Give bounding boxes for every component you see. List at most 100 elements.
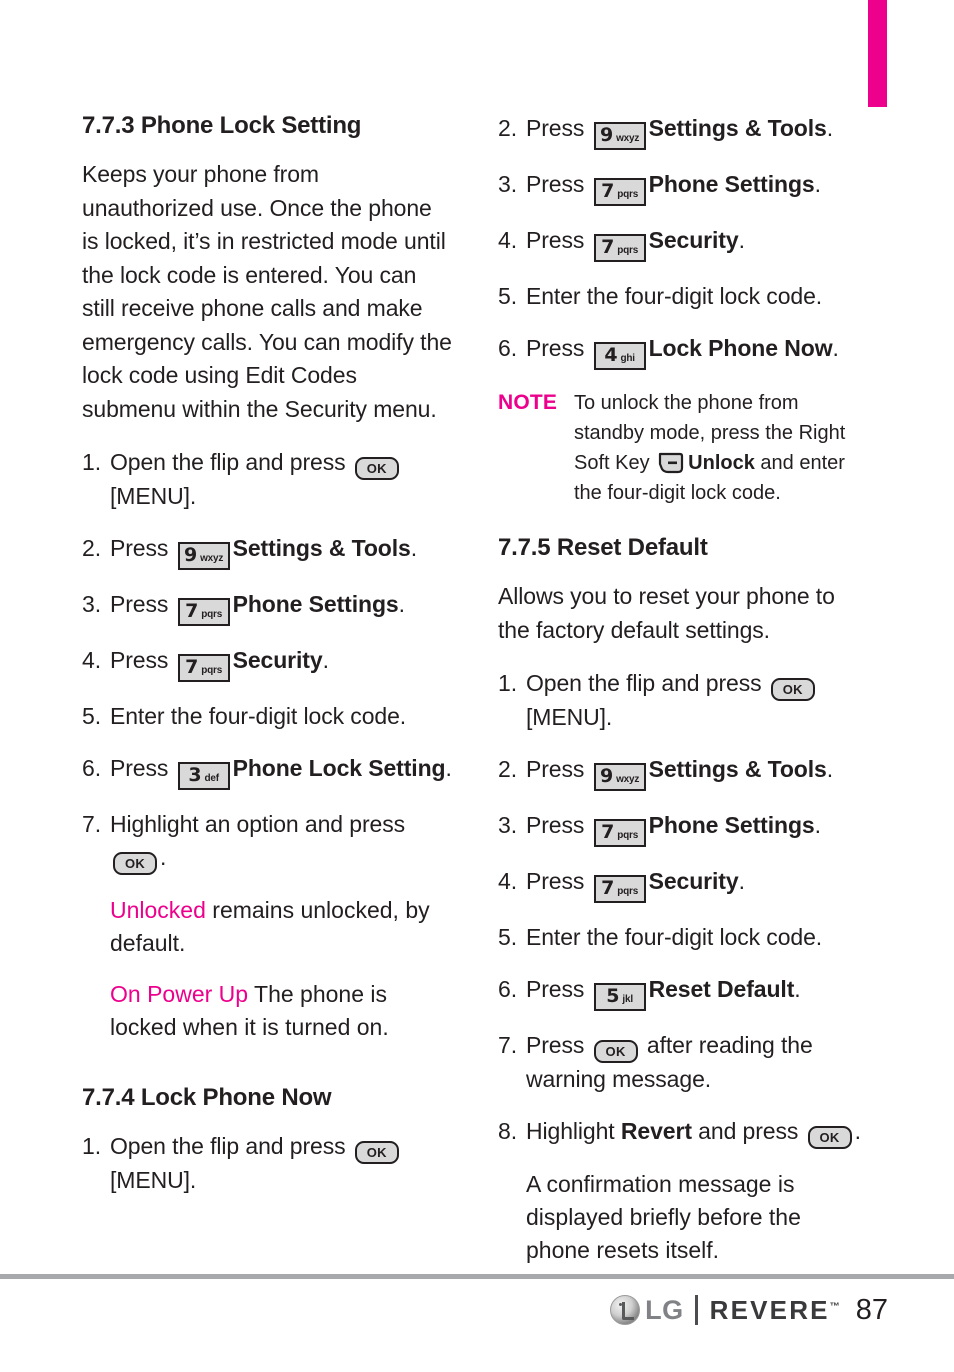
ok-key-icon: OK — [354, 457, 399, 480]
keypad-7-icon: 7 pqrs — [177, 598, 230, 626]
lg-logo-icon — [610, 1295, 641, 1325]
list-item: 4. Press 7 pqrs Security. — [498, 224, 870, 262]
step-number: 5. — [498, 924, 517, 950]
step-text-pre: Open the flip and press — [526, 670, 768, 696]
step-text: Enter the four-digit lock code. — [526, 924, 823, 950]
menu-name: Security — [232, 647, 323, 673]
section-774-steps-list: 1. Open the flip and press OK [MENU]. — [82, 1130, 454, 1197]
key-letters: wxyz — [616, 133, 640, 144]
section-774-steps-continued: 2. Press 9 wxyz Settings & Tools. 3. Press… — [498, 112, 870, 370]
step-number: 3. — [498, 171, 517, 197]
step-number: 4. — [498, 227, 517, 253]
step-text-post: . — [794, 976, 801, 1002]
note-softkey-label: Unlock — [688, 452, 755, 474]
list-item: 4. Press 7 pqrs Security. — [82, 644, 454, 682]
step-text: Press 9 wxyz Settings & Tools. — [526, 753, 870, 791]
option-on-power-up: On Power Up The phone is locked when it … — [110, 978, 454, 1044]
key-digit: 7 — [601, 236, 615, 258]
menu-name: Phone Settings — [232, 591, 399, 617]
section-tab-marker — [868, 0, 887, 107]
step-text: Press 4 ghi Lock Phone Now. — [526, 332, 870, 370]
step-number: 6. — [498, 335, 517, 361]
menu-name: Reset Default — [648, 976, 795, 1002]
step-text-pre: Press — [110, 591, 175, 617]
key-letters: ghi — [620, 353, 635, 364]
list-item: 6. Press 4 ghi Lock Phone Now. — [498, 332, 870, 370]
menu-name: Lock Phone Now — [648, 335, 833, 361]
step-text: Press 5 jkl Reset Default. — [526, 973, 870, 1011]
step-text: Enter the four-digit lock code. — [526, 283, 823, 309]
menu-name: Settings & Tools — [648, 756, 827, 782]
ok-key-icon: OK — [113, 852, 157, 875]
key-digit: 7 — [601, 180, 615, 202]
step-text-pre: Press — [526, 1032, 591, 1058]
step-number: 5. — [82, 703, 101, 729]
keypad-7-icon: 7 pqrs — [177, 654, 230, 682]
step-text-post: . — [410, 535, 418, 561]
step-text-post: . — [322, 647, 329, 673]
step-number: 4. — [498, 868, 517, 894]
section-775-closing-note: A confirmation message is displayed brie… — [526, 1171, 801, 1263]
step-text-pre: Press — [526, 812, 591, 838]
step-number: 2. — [498, 756, 517, 782]
menu-name: Security — [648, 868, 739, 894]
step-text-post: . — [854, 1118, 861, 1144]
step-text-post: . — [832, 335, 839, 361]
list-item: 7. Highlight an option and press OK. — [82, 808, 454, 875]
section-heading-773: 7.7.3 Phone Lock Setting — [82, 112, 362, 139]
step-text-pre: Press — [110, 647, 175, 673]
key-letters: pqrs — [617, 830, 639, 841]
key-digit: 7 — [601, 877, 615, 899]
key-letters: def — [204, 773, 219, 784]
keypad-7-icon: 7 pqrs — [593, 819, 646, 847]
ok-key-icon: OK — [354, 1141, 399, 1164]
menu-name: Settings & Tools — [648, 115, 827, 141]
step-text: Open the flip and press OK [MENU]. — [526, 667, 870, 734]
list-item: 5. Enter the four-digit lock code. — [498, 921, 870, 954]
step-text-pre: Press — [110, 755, 175, 781]
key-letters: pqrs — [201, 665, 223, 676]
step-number: 2. — [498, 115, 517, 141]
section-773-steps-list: 1. Open the flip and press OK [MENU]. 2.… — [82, 446, 454, 875]
step-text: Press 7 pqrs Phone Settings. — [526, 809, 870, 847]
step-text-pre: Open the flip and press — [110, 449, 352, 475]
menu-name: Phone Settings — [648, 171, 815, 197]
step-text: Press OK after reading the warning messa… — [526, 1029, 870, 1096]
step-number: 7. — [82, 811, 101, 837]
step-text-pre: Press — [526, 227, 591, 253]
step-number: 5. — [498, 283, 517, 309]
list-item: 1. Open the flip and press OK [MENU]. — [498, 667, 870, 734]
list-item: 3. Press 7 pqrs Phone Settings. — [498, 809, 870, 847]
step-text: Press 7 pqrs Security. — [110, 644, 454, 682]
key-letters: pqrs — [201, 609, 223, 620]
step-text-pre: Press — [526, 171, 591, 197]
keypad-9-icon: 9 wxyz — [593, 763, 646, 791]
step-text-pre: Highlight an option and press — [110, 811, 406, 837]
step-text-pre: Press — [526, 335, 591, 361]
step-number: 7. — [498, 1032, 517, 1058]
option-term: Unlocked — [110, 897, 206, 923]
step-text: Press 7 pqrs Phone Settings. — [110, 588, 454, 626]
step-text-pre: Press — [526, 115, 591, 141]
list-item: 2. Press 9 wxyz Settings & Tools. — [498, 112, 870, 150]
list-item: 3. Press 7 pqrs Phone Settings. — [82, 588, 454, 626]
keypad-9-icon: 9 wxyz — [593, 122, 646, 150]
step-text-post: [MENU]. — [526, 704, 613, 730]
step-text-post: . — [398, 591, 405, 617]
note-text: To unlock the phone from standby mode, p… — [574, 388, 870, 508]
key-digit: 7 — [601, 821, 615, 843]
list-item: 4. Press 7 pqrs Security. — [498, 865, 870, 903]
step-text-post: . — [445, 755, 452, 781]
step-number: 4. — [82, 647, 101, 673]
right-soft-key-icon — [658, 452, 684, 474]
section-heading-774: 7.7.4 Lock Phone Now — [82, 1084, 332, 1111]
lg-brand-text: LG — [645, 1294, 684, 1325]
step-text-pre: Open the flip and press — [110, 1133, 352, 1159]
note-label: NOTE — [498, 391, 558, 414]
step-number: 1. — [82, 449, 101, 475]
step-number: 3. — [82, 591, 101, 617]
step-text: Press 9 wxyz Settings & Tools. — [526, 112, 870, 150]
list-item: 2. Press 9 wxyz Settings & Tools. — [498, 753, 870, 791]
list-item: 1. Open the flip and press OK [MENU]. — [82, 446, 454, 513]
section-775-intro-paragraph: Allows you to reset your phone to the fa… — [498, 583, 835, 643]
